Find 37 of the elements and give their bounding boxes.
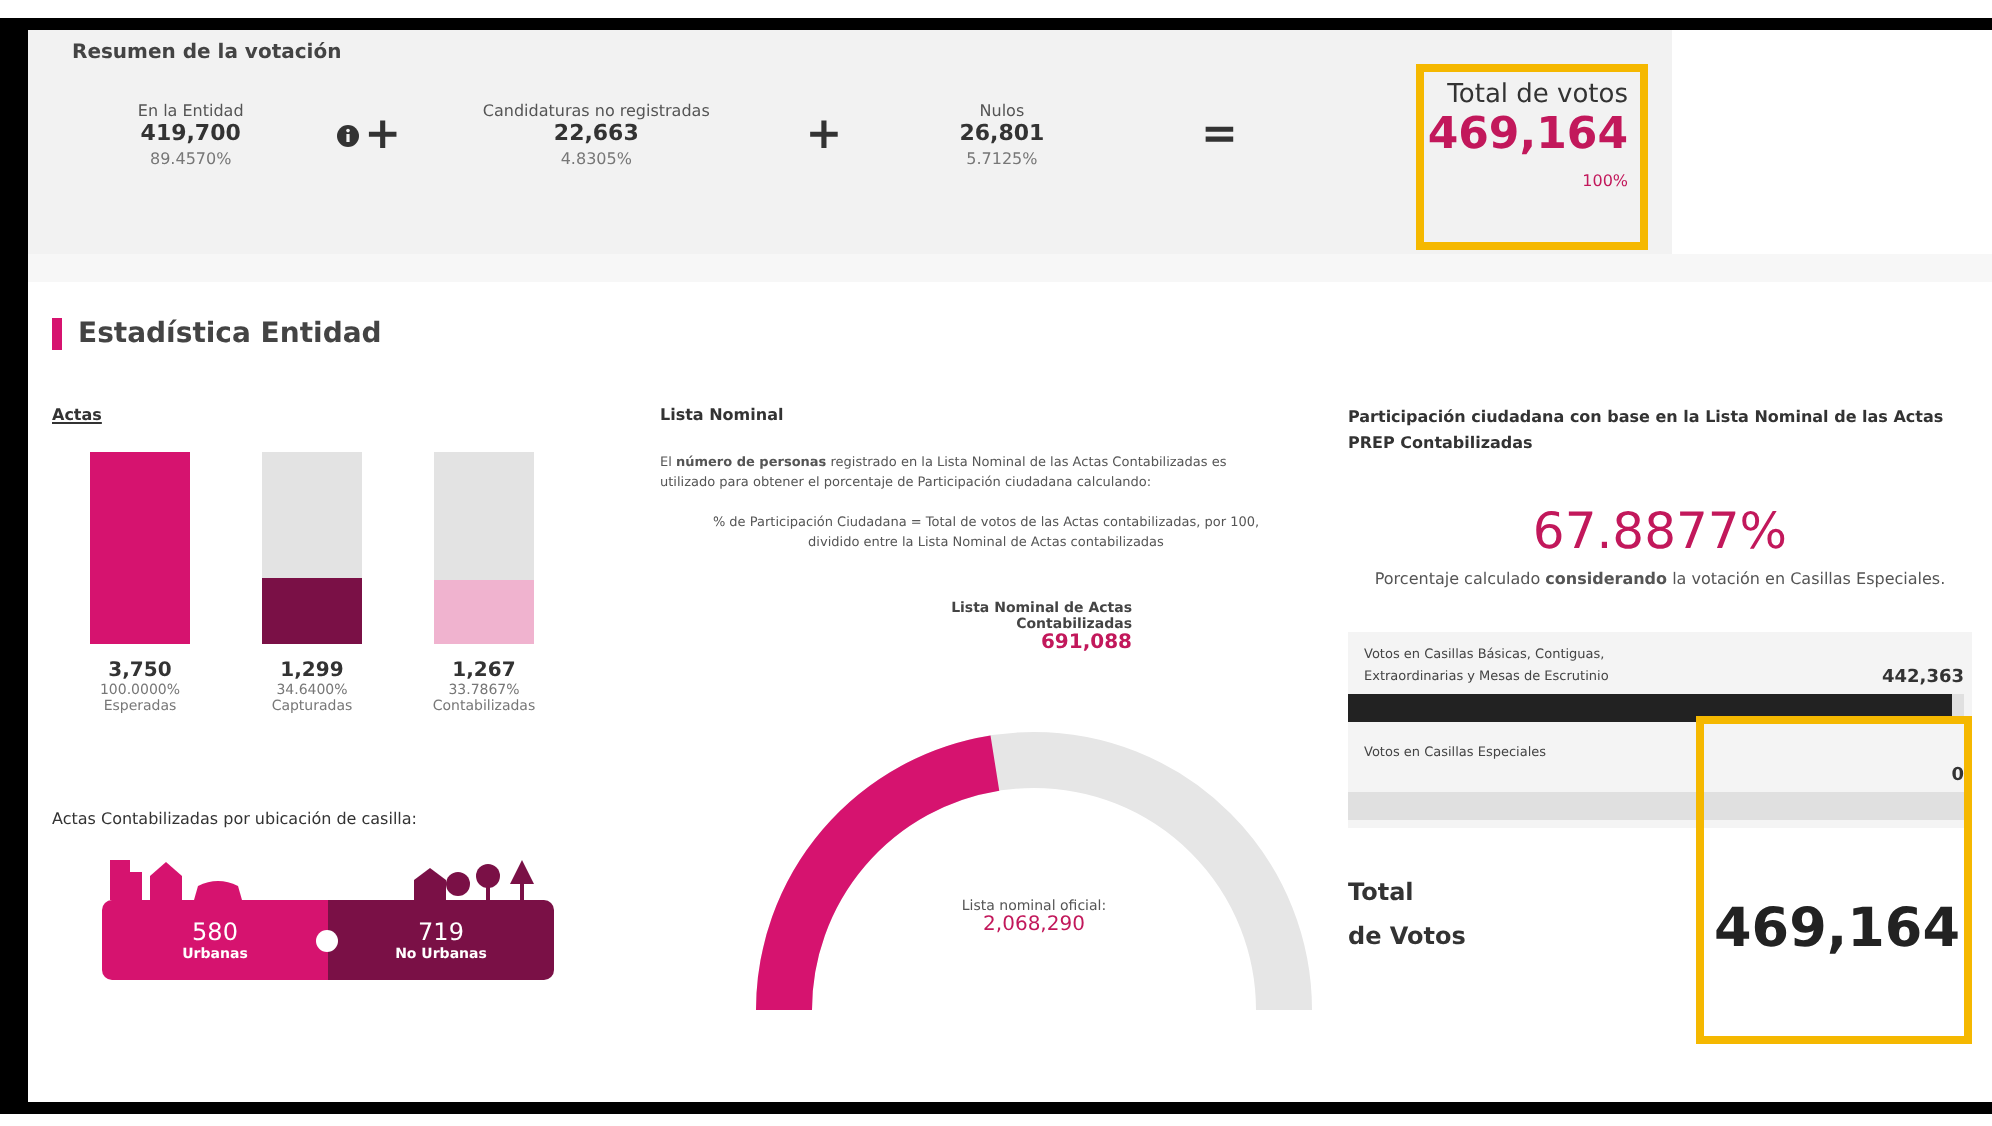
total-votes-percent: 100% — [1582, 172, 1629, 190]
segment-count: 580 — [192, 918, 238, 946]
participation-title: Participación ciudadana con base en la Lista Nominal de las Actas PREP Contabilizadas — [1348, 406, 1946, 456]
vote-percent: 4.8305% — [560, 150, 632, 168]
vote-percent: 5.7125% — [966, 150, 1038, 168]
total-votes-label: Total — [1348, 876, 1416, 911]
participation-percent: 67.8877% — [1530, 501, 1790, 560]
total-votes-label: de Votos — [1348, 920, 1466, 955]
vote-label: Nulos — [979, 102, 1025, 120]
bar-value: 3,750 — [108, 660, 172, 682]
row-value: 0 — [1951, 766, 1964, 787]
actas-title: Actas — [52, 406, 104, 424]
vote-percent: 89.4570% — [150, 150, 232, 168]
vote-label: En la Entidad — [137, 102, 244, 120]
plus-sign: + — [364, 110, 402, 161]
nominal-title: Lista Nominal — [660, 406, 786, 424]
total-votes-count: 469,164 — [1427, 110, 1629, 160]
vote-label: Candidaturas no registradas — [482, 102, 710, 120]
total-votes-label: Total de votos — [1447, 80, 1629, 110]
location-title: Actas Contabilizadas por ubicación de casilla: — [52, 810, 419, 828]
bar-value: 1,267 — [452, 660, 516, 682]
vote-count: 419,700 — [140, 120, 241, 146]
total-votes-count: 469,164 — [1714, 897, 1960, 960]
equals-sign: = — [1201, 110, 1238, 160]
participation-note: Porcentaje calculado considerando la votación en Casillas Especiales. — [1372, 567, 1948, 592]
segment-count: 719 — [418, 918, 464, 946]
summary-title: Resumen de la votación — [72, 42, 344, 64]
info-icon[interactable] — [336, 123, 361, 148]
vote-count: 26,801 — [959, 120, 1045, 146]
gauge-value: 2,068,290 — [983, 914, 1085, 937]
plus-sign: + — [805, 110, 843, 160]
bar-value: 1,299 — [280, 660, 344, 682]
row-value: 442,363 — [1882, 668, 1964, 689]
counted-list-value: 691,088 — [1040, 632, 1132, 655]
section-title: Estadística Entidad — [78, 318, 382, 350]
section-marker — [52, 318, 62, 350]
vote-count: 22,663 — [553, 120, 639, 146]
